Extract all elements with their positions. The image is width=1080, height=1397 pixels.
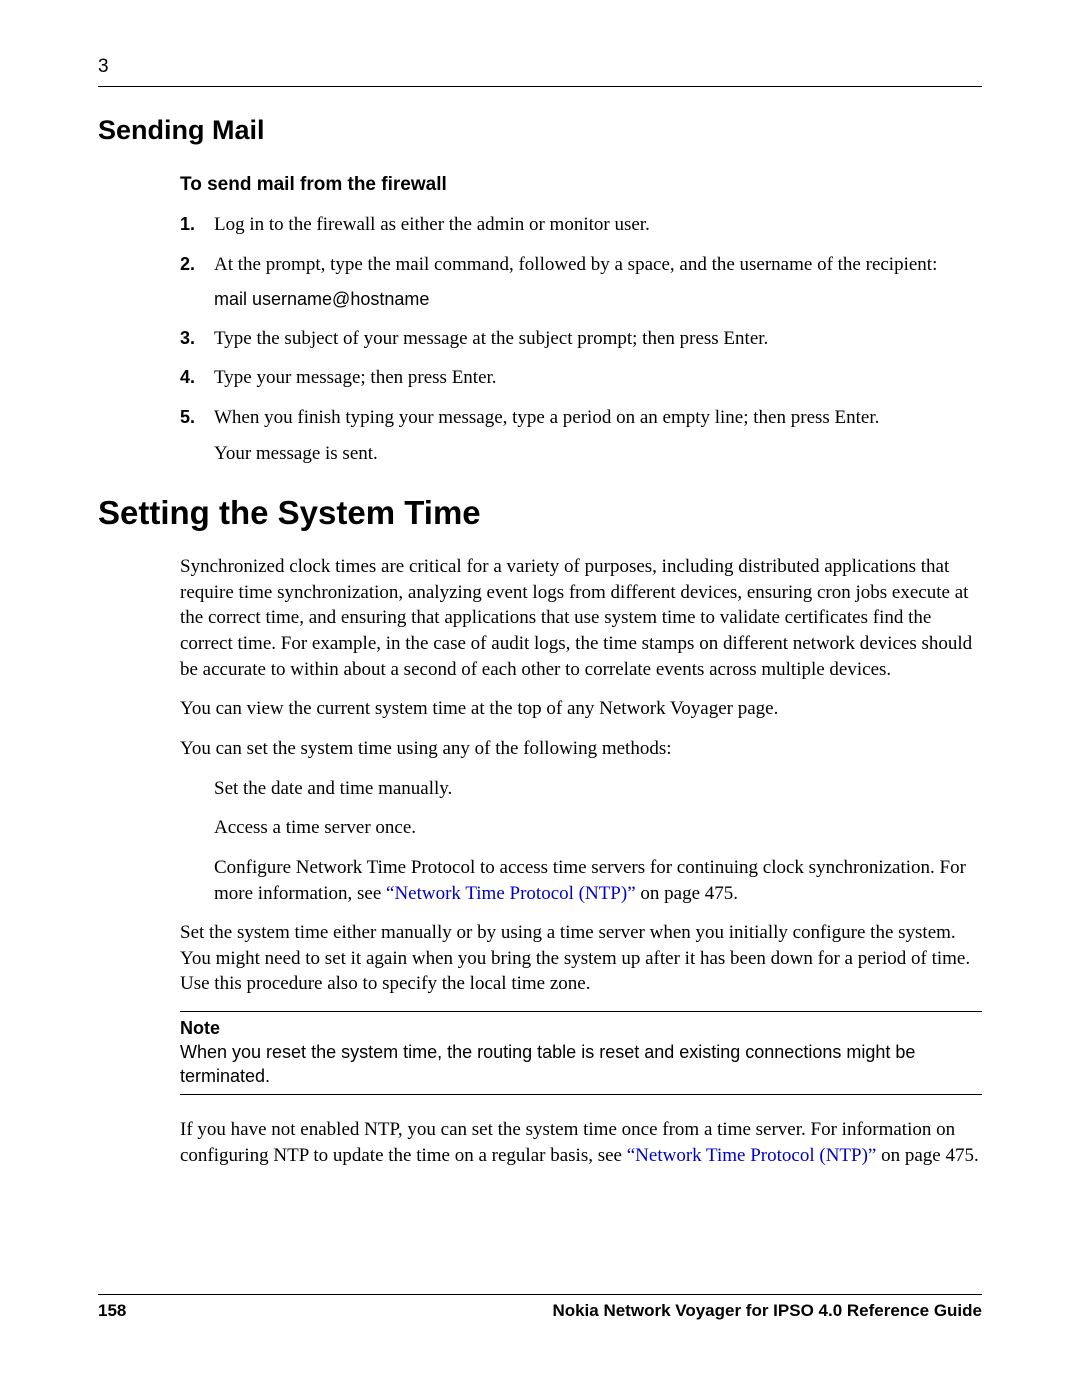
paragraph-text-post: on page 475. xyxy=(876,1145,978,1166)
methods-list: Set the date and time manually. Access a… xyxy=(214,776,982,907)
steps-list: 1. Log in to the firewall as either the … xyxy=(180,212,982,466)
step-text: Type the subject of your message at the … xyxy=(214,328,768,349)
step-text: When you finish typing your message, typ… xyxy=(214,407,879,428)
step-1: 1. Log in to the firewall as either the … xyxy=(180,212,982,238)
link-ntp-2[interactable]: “Network Time Protocol (NTP)” xyxy=(627,1145,877,1166)
step-code: mail username@hostname xyxy=(214,287,982,311)
header-rule xyxy=(98,86,982,87)
footer-rule xyxy=(98,1294,982,1295)
list-item: Access a time server once. xyxy=(214,815,982,841)
note-rule-bottom xyxy=(180,1094,982,1095)
step-number: 1. xyxy=(180,212,195,236)
step-number: 4. xyxy=(180,365,195,389)
chapter-number: 3 xyxy=(98,56,982,78)
step-4: 4. Type your message; then press Enter. xyxy=(180,365,982,391)
step-3: 3. Type the subject of your message at t… xyxy=(180,326,982,352)
step-number: 3. xyxy=(180,326,195,350)
step-text: Log in to the firewall as either the adm… xyxy=(214,214,650,235)
page-footer: 158 Nokia Network Voyager for IPSO 4.0 R… xyxy=(98,1294,982,1321)
body-content: Synchronized clock times are critical fo… xyxy=(180,554,982,1168)
paragraph: If you have not enabled NTP, you can set… xyxy=(180,1117,982,1168)
step-followup: Your message is sent. xyxy=(214,441,982,467)
step-text: Type your message; then press Enter. xyxy=(214,367,497,388)
list-item: Set the date and time manually. xyxy=(214,776,982,802)
note-rule-top xyxy=(180,1011,982,1012)
list-item-text-post: on page 475. xyxy=(636,883,738,904)
note-label: Note xyxy=(180,1018,982,1039)
heading-sending-mail: Sending Mail xyxy=(98,115,982,146)
subheading-to-send-mail: To send mail from the firewall xyxy=(180,174,982,196)
paragraph: You can set the system time using any of… xyxy=(180,736,982,762)
step-2: 2. At the prompt, type the mail command,… xyxy=(180,252,982,312)
paragraph: You can view the current system time at … xyxy=(180,696,982,722)
page-number: 158 xyxy=(98,1301,126,1321)
step-number: 2. xyxy=(180,252,195,276)
step-5: 5. When you finish typing your message, … xyxy=(180,405,982,466)
footer-row: 158 Nokia Network Voyager for IPSO 4.0 R… xyxy=(98,1301,982,1321)
heading-setting-system-time: Setting the System Time xyxy=(98,494,982,532)
link-ntp[interactable]: “Network Time Protocol (NTP)” xyxy=(386,883,636,904)
document-title: Nokia Network Voyager for IPSO 4.0 Refer… xyxy=(552,1301,982,1321)
step-number: 5. xyxy=(180,405,195,429)
step-text: At the prompt, type the mail command, fo… xyxy=(214,254,937,275)
note-text: When you reset the system time, the rout… xyxy=(180,1041,982,1088)
paragraph: Set the system time either manually or b… xyxy=(180,920,982,997)
paragraph: Synchronized clock times are critical fo… xyxy=(180,554,982,682)
list-item: Configure Network Time Protocol to acces… xyxy=(214,855,982,906)
